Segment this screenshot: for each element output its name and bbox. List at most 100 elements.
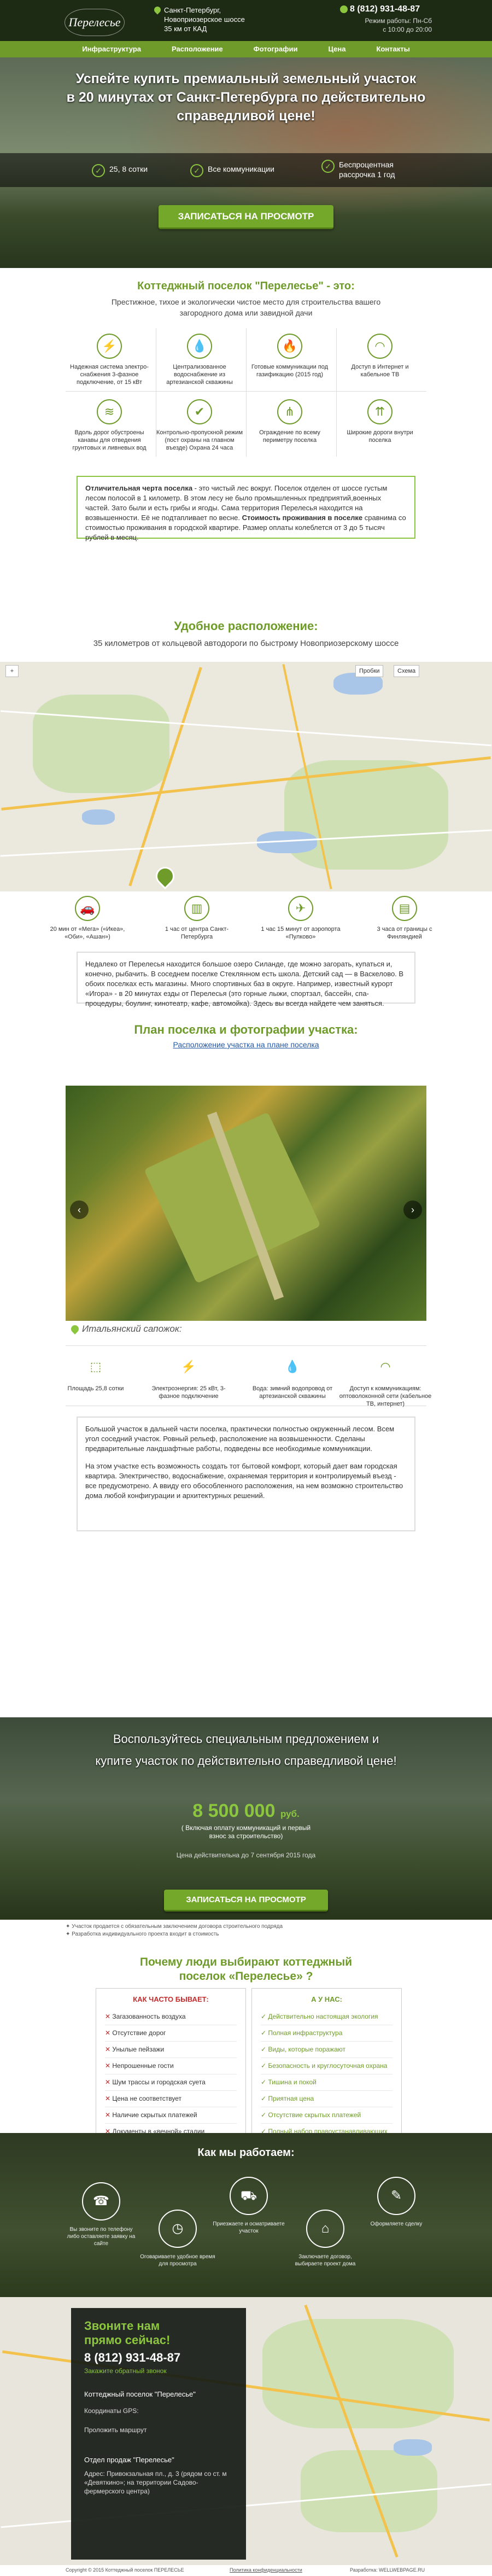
plan-title: План поселка и фотографии участка: [134,1023,358,1036]
document-icon: ✎ [377,2177,415,2215]
price-valid: Цена действительна до 7 сентября 2015 го… [176,1851,316,1859]
distance-item: ▥ 1 час от центра Санкт-Петербурга [153,896,241,941]
good-column: А У НАС: Действительно настоящая экологи… [251,1988,402,2153]
location-text: Недалеко от Перелесья находится большое … [77,952,415,1007]
traffic-toggle[interactable]: Пробки [355,665,384,677]
bad-column: КАК ЧАСТО БЫВАЕТ: Загазованность воздуха… [96,1988,246,2153]
footer: Copyright © 2015 Коттеджный поселок ПЕРЕ… [0,2565,492,2576]
area-icon: ⬚ [90,1360,102,1373]
water-icon: 💧 [187,334,212,359]
location-subtitle: 35 километров от кольцевой автодороги по… [93,639,399,648]
nav-item-infrastructure[interactable]: Инфраструктура [67,41,156,57]
developer-link[interactable]: Разработка: WELLWEBPAGE.RU [350,2567,425,2573]
plot-photo: ‹ › [66,1086,426,1321]
route-link[interactable]: Проложить маршрут [84,2426,237,2434]
infra-item: ◠ Доступ в Интернет и кабельное ТВ [336,334,424,378]
clock-icon: ◷ [159,2210,197,2248]
plot-features: ⬚ Площадь 25,8 сотки ⚡ Электроэнергия: 25 … [0,1345,492,1411]
phone-icon: ☎ [82,2182,120,2221]
infra-item: ✔ Контрольно-пропускной режим (пост охран… [156,399,243,452]
car-icon: 🚗 [75,896,100,921]
infra-item: ⇈ Широкие дороги внутри поселка [336,399,424,444]
phone-icon [340,5,348,13]
fire-icon: 🔥 [277,334,302,359]
contacts-heading: Звоните нам прямо сейчас! [84,2319,171,2347]
hero-title: Успейте купить премиальный земельный уча… [66,71,426,124]
location-pin-icon [151,862,179,890]
city-icon: ▥ [184,896,209,921]
next-arrow-icon[interactable]: › [403,1200,422,1219]
infra-item: ⚡ Надежная система электро-снабжения 3-фа… [66,334,153,386]
lightning-icon: ⚡ [97,334,122,359]
check-icon: ✓ [321,160,335,173]
price-section: Воспользуйтесь специальным предложением … [0,1717,492,1922]
house-icon: ⌂ [306,2210,344,2248]
header-phone[interactable]: 8 (812) 931-48-87 [350,4,420,14]
plan-section: План поселка и фотографии участка: Распо… [0,1006,492,1083]
office-name: Отдел продаж "Перелесье" [84,2456,174,2464]
site-header: Перелесье Санкт-Петербург, Новоприозерск… [0,0,492,57]
how-title: Как мы работаем: [197,2147,295,2159]
how-section: Как мы работаем: ☎ Вы звоните по телефон… [0,2133,492,2297]
why-title: Почему люди выбирают коттеджный поселок … [139,1956,353,1983]
infra-item: 💧 Централизованное водоснабжение из артез… [156,334,243,386]
zoom-in-button[interactable]: + [5,665,19,677]
car-icon: ⛟ [230,2177,268,2215]
train-icon: ▤ [392,896,417,921]
working-hours: Режим работы: Пн-Сб с 10:00 до 20:00 [365,17,432,33]
map-type-toggle[interactable]: Схема [394,665,420,677]
map-pin-icon [153,5,162,15]
gps-label: Координаты GPS: [84,2407,139,2415]
copyright: Copyright © 2015 Коттеджный поселок ПЕРЕ… [66,2567,184,2573]
road-icon: ⇈ [367,399,393,424]
shield-icon: ✔ [187,399,212,424]
distance-item: ▤ 3 часа от границы с Финляндией [361,896,448,941]
book-viewing-button[interactable]: ЗАПИСАТЬСЯ НА ПРОСМОТР [159,205,333,229]
about-section: Коттеджный поселок "Перелесье" - это: Пр… [0,268,492,547]
feature-communications: ✓ Все коммуникации [190,164,274,177]
feature-area: ✓ 25, 8 сотки [92,164,148,177]
price-title: Воспользуйтесь специальным предложением … [95,1732,397,1768]
price-notes: ✦ Участок продается с обязательным заклю… [0,1920,492,1944]
contacts-box: Звоните нам прямо сейчас! 8 (812) 931-48… [71,2308,246,2560]
header-address: Санкт-Петербург, Новоприозерское шоссе 3… [153,5,245,33]
plot-item: 💧 Вода: зимний водопровод от артезианской… [251,1355,333,1400]
contacts-phone[interactable]: 8 (812) 931-48-87 [84,2351,180,2365]
hero-section: Успейте купить премиальный земельный уча… [0,57,492,268]
book-viewing-button-2[interactable]: ЗАПИСАТЬСЯ НА ПРОСМОТР [164,1890,328,1911]
contacts-name: Коттеджный поселок "Перелесье" [84,2390,196,2398]
map-pin-icon [69,1324,80,1334]
plan-link[interactable]: Расположение участка на плане поселка [0,1040,492,1049]
wifi-icon: ◠ [367,334,393,359]
feature-installment: ✓ Беспроцентная рассрочка 1 год [321,160,410,179]
plot-subtitle: Итальянский сапожок: [69,1324,410,1340]
privacy-link[interactable]: Политика конфиденциальности [230,2567,302,2573]
location-title: Удобное расположение: [174,619,318,633]
office-address: Адрес: Привокзальная пл., д. 3 (рядом со… [84,2470,227,2495]
nav-item-price[interactable]: Цена [313,41,361,57]
plot-item: ⬚ Площадь 25,8 сотки [55,1355,137,1392]
infra-item: ⋔ Ограждение по всему периметру поселка [246,399,333,444]
distance-item: ✈ 1 час 15 минут от аэропорта «Пулково» [257,896,344,941]
fence-icon: ⋔ [277,399,302,424]
check-icon: ✓ [92,164,105,177]
main-nav: Инфраструктура Расположение Фотографии Ц… [0,41,492,57]
distance-item: 🚗 20 мин от «Мега» («Икеа», «Оби», «Ашан»… [44,896,131,941]
prev-arrow-icon[interactable]: ‹ [70,1200,89,1219]
hero-features: ✓ 25, 8 сотки ✓ Все коммуникации ✓ Беспроце… [0,153,492,187]
infra-item: ≋ Вдоль дорог обустроены канавы для отвед… [66,399,153,452]
plot-description: Большой участок в дальней части поселка,… [77,1417,415,1531]
check-icon: ✓ [190,164,203,177]
distances: 🚗 20 мин от «Мега» («Икеа», «Оби», «Ашан»… [0,891,492,952]
nav-item-location[interactable]: Расположение [156,41,238,57]
about-title: Коттеджный поселок "Перелесье" - это: [137,280,355,292]
plane-icon: ✈ [288,896,313,921]
logo[interactable]: Перелесье [65,9,125,36]
plot-item: ⚡ Электроэнергия: 25 кВт, 3-фазное подклю… [148,1355,230,1400]
why-section: Почему люди выбирают коттеджный поселок … [0,1944,492,2153]
location-map[interactable]: Пробки Схема + [0,662,492,891]
nav-item-contacts[interactable]: Контакты [361,41,425,57]
callback-link[interactable]: Закажите обратный звонок [84,2367,167,2375]
plot-item: ◠ Доступ к коммуникациям: оптоволоконной … [339,1355,432,1408]
nav-item-photos[interactable]: Фотографии [238,41,313,57]
